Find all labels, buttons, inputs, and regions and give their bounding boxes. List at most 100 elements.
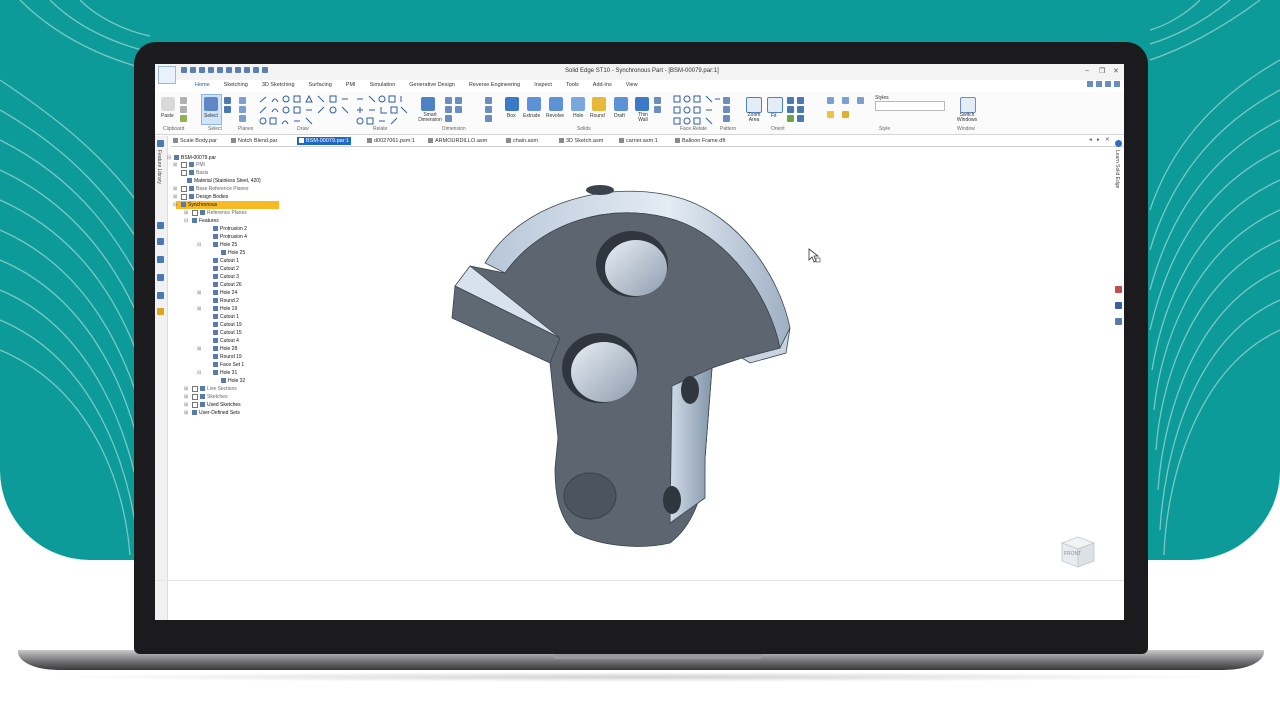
sensors-icon[interactable] <box>157 238 164 245</box>
round-button-label[interactable]: Round <box>590 113 605 119</box>
distance-between-icon[interactable] <box>445 97 452 104</box>
tree-item-basis[interactable]: Basis <box>176 169 208 177</box>
view-overrides-icon[interactable] <box>827 111 834 118</box>
zoom-area-label[interactable]: Zoom Area <box>745 113 763 123</box>
tree-item-hole-25[interactable]: ⊟ Hole 25 <box>197 241 237 249</box>
tab-scroll-right-icon[interactable]: ▸ <box>1097 137 1100 143</box>
visibility-checkbox[interactable] <box>192 385 198 392</box>
tab-pmi[interactable]: PMI <box>346 82 356 92</box>
tree-item-live-sections[interactable]: ⊞ Live Sections <box>184 385 237 393</box>
search-icon[interactable] <box>1096 81 1102 87</box>
dimension-style-icon[interactable] <box>485 115 492 122</box>
box-button-label[interactable]: Box <box>507 113 516 119</box>
tree-item-cutout-4[interactable]: Cutout 4 <box>213 337 239 345</box>
pathfinder-icon[interactable] <box>157 140 164 147</box>
visibility-checkbox[interactable] <box>192 209 198 216</box>
solid-edge-logo-icon[interactable] <box>158 66 176 84</box>
print-icon[interactable] <box>226 67 232 73</box>
visibility-checkbox[interactable] <box>181 169 187 176</box>
collapse-icon[interactable]: ⊟ <box>197 369 201 377</box>
coincident-plane-icon[interactable] <box>239 97 246 104</box>
parallel-plane-icon[interactable] <box>239 106 246 113</box>
parts-library-icon[interactable] <box>157 256 164 263</box>
paste-button-label[interactable]: Paste <box>161 113 174 119</box>
tree-item-cutout-1b[interactable]: Cutout 1 <box>213 313 239 321</box>
tree-item-cutout-2[interactable]: Cutout 2 <box>213 265 239 273</box>
collapse-icon[interactable]: ⊟ <box>173 201 177 209</box>
tab-scroll-left-icon[interactable]: ◂ <box>1089 137 1092 143</box>
styles-dropdown[interactable] <box>875 101 945 111</box>
tab-reverse-engineering[interactable]: Reverse Engineering <box>469 82 520 92</box>
view-cube-icon[interactable]: FRONT <box>1058 533 1098 569</box>
expand-icon[interactable]: ⊞ <box>197 345 201 353</box>
wireframe-icon[interactable] <box>857 97 864 104</box>
tree-item-cutout-1[interactable]: Cutout 1 <box>213 257 239 265</box>
smart-dimension-label[interactable]: Smart Dimension <box>417 113 443 123</box>
open-file-icon[interactable] <box>190 67 196 73</box>
save-icon[interactable] <box>199 67 205 73</box>
tree-item-cutout-19[interactable]: Cutout 19 <box>213 321 242 329</box>
expand-icon[interactable] <box>1114 81 1120 87</box>
extrude-icon[interactable] <box>527 97 541 111</box>
expand-icon[interactable]: ⊞ <box>173 193 177 201</box>
collapse-icon[interactable]: ⊟ <box>197 241 201 249</box>
copy-icon[interactable] <box>180 106 187 113</box>
coordinate-dimension-icon[interactable] <box>445 115 452 122</box>
doc-tab-notch-blend[interactable]: Notch Blend.par <box>229 137 279 145</box>
tree-item-round-19[interactable]: Round 19 <box>213 353 242 361</box>
fit-button-label[interactable]: Fit <box>771 113 777 119</box>
smart-dimension-icon[interactable] <box>421 97 435 111</box>
tab-generative-design[interactable]: Generative Design <box>409 82 455 92</box>
solids-more-2-icon[interactable] <box>654 106 661 113</box>
previous-view-icon[interactable] <box>797 115 804 122</box>
tree-item-hole-32[interactable]: Hole 32 <box>221 377 245 385</box>
settings-icon[interactable] <box>1105 81 1111 87</box>
tree-item-design-bodies[interactable]: ⊞ Design Bodies <box>173 193 228 201</box>
round-icon[interactable] <box>592 97 606 111</box>
visibility-checkbox[interactable] <box>181 161 187 168</box>
collapse-icon[interactable]: ⊟ <box>184 217 188 225</box>
symmetric-diameter-icon[interactable] <box>455 97 462 104</box>
expand-icon[interactable]: ⊞ <box>173 161 177 169</box>
zoom-area-icon[interactable] <box>746 97 762 113</box>
tab-tools[interactable]: Tools <box>566 82 579 92</box>
expand-icon[interactable]: ⊞ <box>197 289 201 297</box>
format-painter-icon[interactable] <box>180 115 187 122</box>
tutorial-icon[interactable] <box>1115 318 1122 325</box>
undo-icon[interactable] <box>208 67 214 73</box>
hole-icon[interactable] <box>571 97 585 111</box>
select-tool-icon[interactable] <box>235 67 241 73</box>
revolve-icon[interactable] <box>549 97 563 111</box>
feature-library-tab[interactable]: Feature Library <box>156 150 162 184</box>
angled-plane-icon[interactable] <box>239 115 246 122</box>
dropdown-icon[interactable] <box>262 67 268 73</box>
expand-icon[interactable]: ⊞ <box>184 409 188 417</box>
pan-icon[interactable] <box>787 106 794 113</box>
expand-icon[interactable]: ⊞ <box>197 305 201 313</box>
extrude-button-label[interactable]: Extrude <box>523 113 540 119</box>
zoom-icon[interactable] <box>787 97 794 104</box>
relate-tools-icons[interactable] <box>355 95 409 125</box>
doc-tab-scale-body[interactable]: Scale Body.par <box>171 137 219 145</box>
switch-windows-label[interactable]: Switch Windows <box>951 113 983 123</box>
tree-item-hole-25-child[interactable]: Hole 25 <box>221 249 245 257</box>
cad-part-model[interactable] <box>450 178 795 553</box>
collapse-icon[interactable]: ⊟ <box>167 154 171 162</box>
doc-tab-d0027061[interactable]: d0027061.psm:1 <box>365 137 417 145</box>
dimension-text-icon[interactable] <box>485 97 492 104</box>
shaded-icon[interactable] <box>827 97 834 104</box>
layers-icon[interactable] <box>157 222 164 229</box>
shaded-edges-icon[interactable] <box>842 97 849 104</box>
close-button[interactable]: ✕ <box>1113 67 1119 75</box>
draft-icon[interactable] <box>614 97 628 111</box>
learn-solid-edge-tab[interactable]: Learn Solid Edge <box>1114 150 1120 188</box>
view-cube[interactable]: FRONT <box>1058 533 1098 574</box>
tree-item-face-set-1[interactable]: Face Set 1 <box>213 361 244 369</box>
view-orient-icon[interactable] <box>797 97 804 104</box>
tab-inspect[interactable]: Inspect <box>534 82 552 92</box>
dimension-axis-icon[interactable] <box>485 106 492 113</box>
tree-item-protrusion-4[interactable]: Protrusion 4 <box>213 233 247 241</box>
doc-tab-chain[interactable]: chain.asm <box>504 137 540 145</box>
tab-3d-sketching[interactable]: 3D Sketching <box>262 82 295 92</box>
tree-item-hole-19[interactable]: ⊞ Hole 19 <box>197 305 237 313</box>
